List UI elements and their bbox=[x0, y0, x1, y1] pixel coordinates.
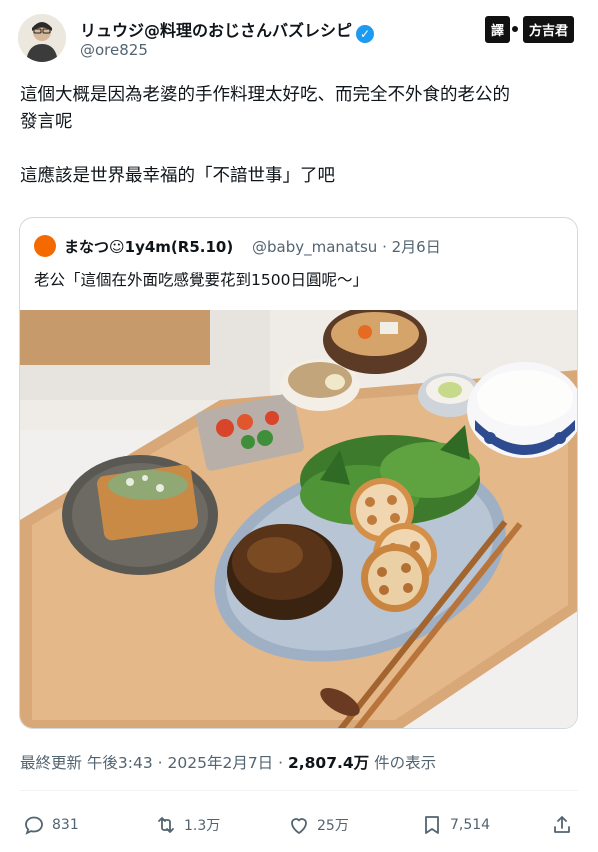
like-button[interactable]: 25万 bbox=[287, 808, 349, 842]
reply-button[interactable]: 831 bbox=[22, 808, 79, 842]
view-count: 2,807.4万 bbox=[287, 754, 370, 772]
repost-button[interactable]: 1.3万 bbox=[154, 808, 220, 842]
verified-badge-icon: ✓ bbox=[356, 25, 375, 43]
translator-mark-right: 方吉君 bbox=[522, 15, 574, 43]
quoted-author-avatar[interactable] bbox=[34, 235, 56, 257]
action-bar: 831 1.3万 25万 7,514 bbox=[22, 808, 578, 842]
author-handle[interactable]: @ore825 bbox=[80, 41, 148, 59]
translator-dot bbox=[511, 26, 518, 32]
tweet-header: リュウジ@料理のおじさんバズレシピ ✓ @ore825 譯 方吉君 bbox=[18, 12, 580, 64]
timestamp-text[interactable]: 最終更新 午後3:43 · 2025年2月7日 · bbox=[20, 754, 288, 772]
repost-icon bbox=[158, 817, 174, 833]
author-avatar[interactable] bbox=[18, 14, 66, 62]
author-name-text[interactable]: リュウジ@料理のおじさんバズレシピ bbox=[80, 21, 352, 40]
quoted-tweet-text: 老公「這個在外面吃感覺要花到1500日圓呢～」 bbox=[34, 271, 368, 289]
quoted-tweet-photo[interactable] bbox=[20, 306, 577, 728]
bookmark-button[interactable]: 7,514 bbox=[420, 808, 490, 842]
share-button[interactable] bbox=[550, 808, 580, 842]
heart-icon bbox=[291, 818, 307, 834]
bookmark-count: 7,514 bbox=[450, 817, 491, 833]
translator-watermark: 譯 方吉君 bbox=[482, 15, 574, 43]
reply-count: 831 bbox=[52, 817, 79, 833]
like-count: 25万 bbox=[317, 818, 349, 834]
reply-icon bbox=[25, 816, 43, 835]
divider bbox=[20, 790, 578, 791]
quoted-author-name[interactable]: まなつ☺1y4m(R5.10) bbox=[64, 236, 233, 257]
quoted-author-meta[interactable]: @baby_manatsu · 2月6日 bbox=[252, 236, 441, 257]
timestamp-line: 最終更新 午後3:43 · 2025年2月7日 · 2,807.4万 件の表示 bbox=[20, 751, 436, 773]
repost-count: 1.3万 bbox=[184, 818, 221, 834]
bookmark-icon bbox=[425, 816, 439, 834]
tweet-text: 這個大概是因為老婆的手作料理太好吃、而完全不外食的老公的 發言呢 這應該是世界最… bbox=[20, 85, 510, 186]
share-icon bbox=[554, 816, 570, 833]
translator-mark-left: 譯 bbox=[484, 15, 510, 43]
author-name[interactable]: リュウジ@料理のおじさんバズレシピ ✓ bbox=[80, 17, 375, 43]
quoted-tweet-card[interactable]: まなつ☺1y4m(R5.10) @baby_manatsu · 2月6日 老公「… bbox=[19, 217, 578, 729]
view-count-suffix: 件の表示 bbox=[369, 754, 437, 772]
